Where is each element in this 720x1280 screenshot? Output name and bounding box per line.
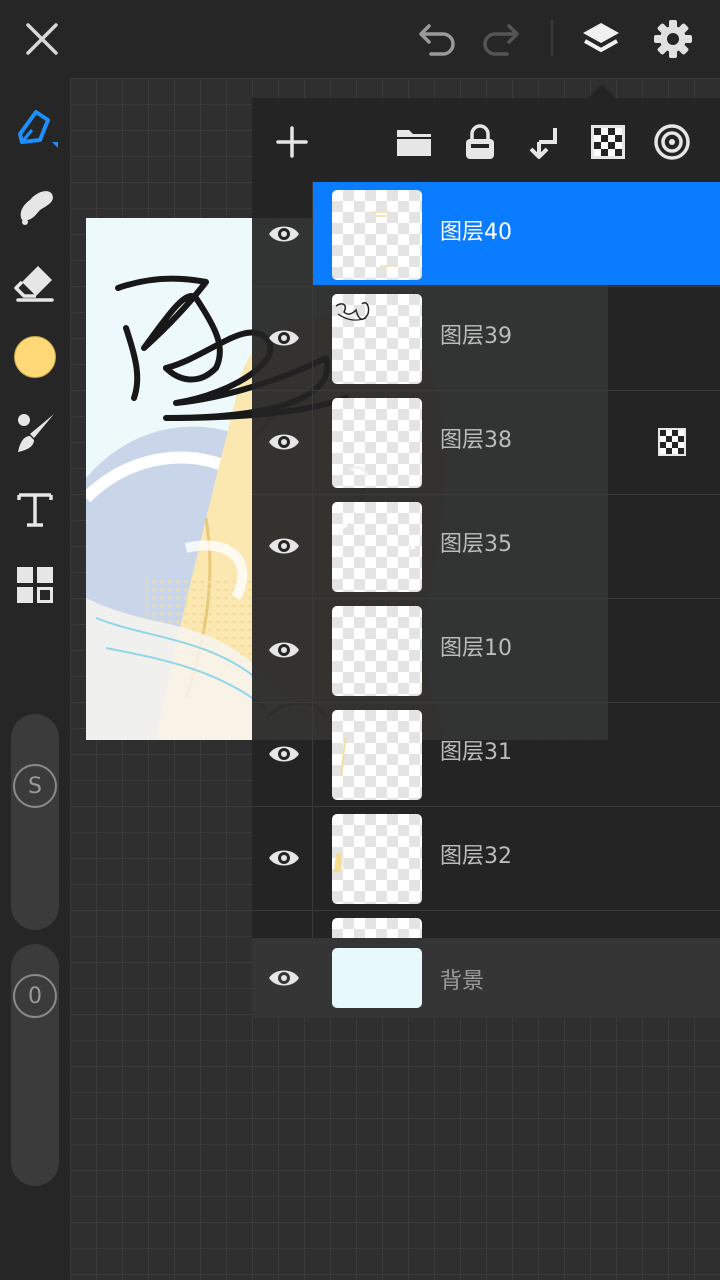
size-slider[interactable]: S — [11, 714, 59, 930]
text-icon[interactable] — [10, 484, 60, 534]
opacity-slider-knob[interactable]: 0 — [13, 974, 57, 1018]
add-layer-icon[interactable] — [268, 118, 316, 166]
layer-row[interactable]: 图层31 — [252, 702, 720, 807]
layers-icon[interactable] — [576, 14, 626, 64]
visibility-eye-icon[interactable] — [260, 632, 308, 668]
visibility-eye-icon[interactable] — [260, 424, 308, 460]
layer-name: 图层39 — [440, 324, 512, 349]
layer-row[interactable]: 图层35 — [252, 494, 720, 599]
merge-down-icon[interactable] — [520, 118, 568, 166]
size-slider-knob[interactable]: S — [13, 764, 57, 808]
visibility-eye-icon[interactable] — [260, 960, 308, 996]
smudge-icon[interactable] — [10, 180, 60, 230]
layer-name: 图层35 — [440, 532, 512, 557]
eraser-icon[interactable] — [10, 258, 60, 308]
toolbar-divider — [551, 20, 553, 56]
layer-row[interactable]: 图层38 — [252, 390, 720, 495]
layer-name: 图层31 — [440, 740, 512, 765]
alpha-lock-icon — [658, 428, 686, 456]
blend-mode-icon[interactable] — [648, 118, 696, 166]
top-toolbar — [0, 0, 720, 78]
visibility-eye-icon[interactable] — [260, 528, 308, 564]
layer-thumbnail — [332, 710, 422, 800]
background-color-swatch[interactable] — [332, 948, 422, 1008]
layer-row[interactable]: 图层40 — [252, 182, 720, 287]
redo-icon[interactable] — [476, 14, 526, 64]
layers-panel: 图层40 图层39 图层38 图层35 图层10 图层31 图层32 背景 — [252, 98, 720, 1018]
brush-settings-icon[interactable] — [10, 408, 60, 458]
transparency-icon[interactable] — [584, 118, 632, 166]
layer-name: 图层10 — [440, 636, 512, 661]
visibility-eye-icon[interactable] — [260, 216, 308, 252]
layer-thumbnail — [332, 502, 422, 592]
layer-name: 图层40 — [440, 220, 512, 245]
layer-thumbnail — [332, 814, 422, 904]
layer-row[interactable]: 图层32 — [252, 806, 720, 911]
brush-icon[interactable] — [10, 102, 60, 152]
layer-thumbnail — [332, 190, 422, 280]
layers-panel-toolbar — [252, 98, 720, 182]
visibility-eye-icon[interactable] — [260, 736, 308, 772]
settings-icon[interactable] — [648, 14, 698, 64]
close-icon[interactable] — [17, 14, 67, 64]
visibility-eye-icon[interactable] — [260, 840, 308, 876]
color-swatch[interactable] — [10, 332, 60, 382]
layer-thumbnail — [332, 398, 422, 488]
layer-name: 图层32 — [440, 844, 512, 869]
tool-sidebar: S 0 — [0, 78, 70, 1280]
layer-row[interactable]: 图层39 — [252, 286, 720, 391]
lock-icon[interactable] — [456, 118, 504, 166]
opacity-slider[interactable]: 0 — [11, 944, 59, 1186]
layer-list[interactable]: 图层40 图层39 图层38 图层35 图层10 图层31 图层32 — [252, 182, 720, 938]
layer-thumbnail — [332, 606, 422, 696]
gallery-icon[interactable] — [10, 560, 60, 610]
layer-name: 图层38 — [440, 428, 512, 453]
folder-icon[interactable] — [390, 118, 438, 166]
background-layer-name: 背景 — [440, 969, 485, 994]
layer-thumbnail — [332, 294, 422, 384]
layer-thumbnail — [332, 918, 422, 938]
undo-icon[interactable] — [412, 14, 462, 64]
panel-pointer — [588, 84, 616, 98]
layer-row[interactable]: 图层10 — [252, 598, 720, 703]
background-layer[interactable]: 背景 — [252, 938, 720, 1018]
layer-row[interactable] — [252, 910, 720, 938]
visibility-eye-icon[interactable] — [260, 320, 308, 356]
